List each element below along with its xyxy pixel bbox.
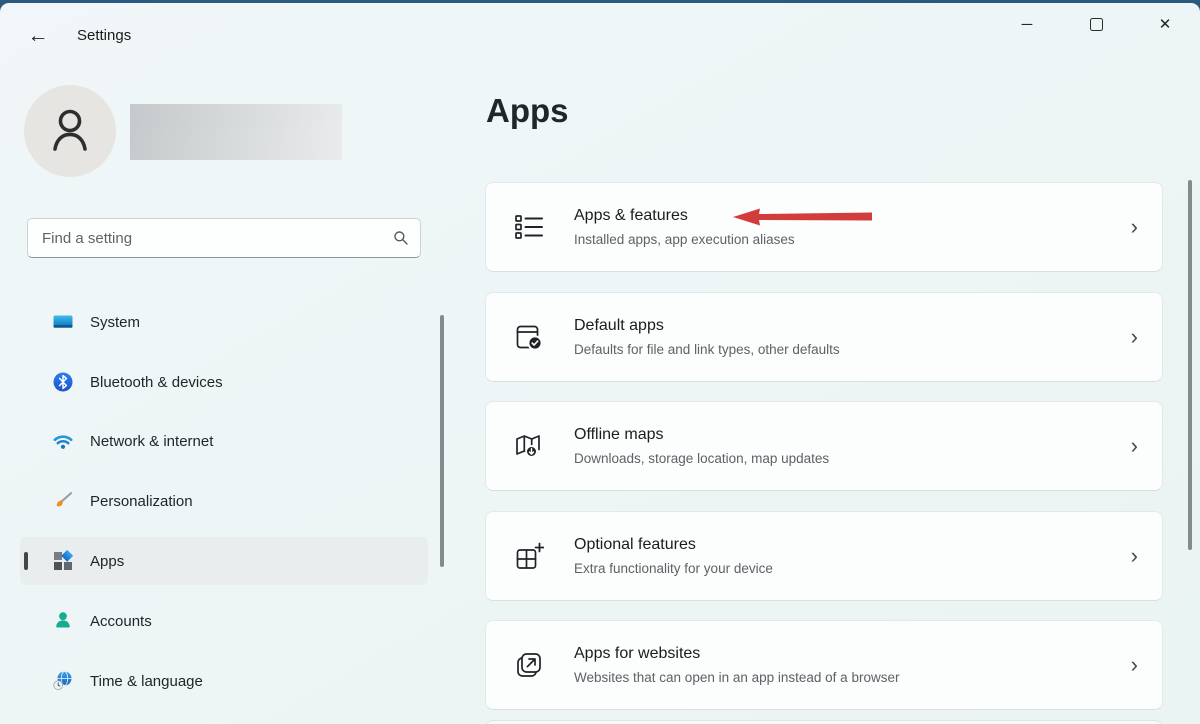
card-optional-features[interactable]: Optional features Extra functionality fo… xyxy=(485,511,1163,601)
card-subtitle: Websites that can open in an app instead… xyxy=(574,668,899,688)
accounts-icon xyxy=(52,610,74,632)
maximize-icon xyxy=(1090,18,1103,31)
window-check-icon xyxy=(514,322,544,352)
network-icon xyxy=(52,430,74,452)
list-icon xyxy=(514,212,544,242)
main-scrollbar[interactable] xyxy=(1188,180,1192,550)
card-subtitle: Defaults for file and link types, other … xyxy=(574,340,840,360)
apps-icon xyxy=(52,550,74,572)
sidebar-item-label: Time & language xyxy=(90,673,203,690)
card-partial-next[interactable] xyxy=(485,720,1163,724)
minimize-button[interactable]: ─ xyxy=(1004,6,1050,42)
sidebar-item-system[interactable]: System xyxy=(20,298,428,346)
person-icon xyxy=(42,103,98,159)
personalization-icon xyxy=(52,490,74,512)
sidebar-item-network-internet[interactable]: Network & internet xyxy=(20,417,428,465)
minimize-icon: ─ xyxy=(1022,16,1033,33)
card-offline-maps[interactable]: Offline maps Downloads, storage location… xyxy=(485,401,1163,491)
chevron-right-icon: › xyxy=(1131,216,1138,238)
sidebar-item-bluetooth-devices[interactable]: Bluetooth & devices xyxy=(20,358,428,406)
sidebar-item-accounts[interactable]: Accounts xyxy=(20,597,428,645)
back-button[interactable]: ← xyxy=(22,20,54,52)
card-title: Optional features xyxy=(574,534,773,556)
maximize-button[interactable] xyxy=(1073,6,1119,42)
card-title: Apps for websites xyxy=(574,643,899,665)
time-language-icon xyxy=(52,670,74,692)
selection-accent-bar xyxy=(24,552,28,570)
sidebar-item-time-language[interactable]: Time & language xyxy=(20,657,428,705)
card-default-apps[interactable]: Default apps Defaults for file and link … xyxy=(485,292,1163,382)
user-name-redacted xyxy=(130,104,342,160)
close-icon: ✕ xyxy=(1159,15,1172,33)
sidebar-item-label: Bluetooth & devices xyxy=(90,374,223,391)
sidebar-item-label: Personalization xyxy=(90,493,193,510)
card-subtitle: Installed apps, app execution aliases xyxy=(574,230,795,250)
card-apps-for-websites[interactable]: Apps for websites Websites that can open… xyxy=(485,620,1163,710)
search-input[interactable] xyxy=(27,218,421,258)
external-link-icon xyxy=(514,650,544,680)
card-subtitle: Downloads, storage location, map updates xyxy=(574,449,829,469)
sidebar-item-apps[interactable]: Apps xyxy=(20,537,428,585)
page-title: Apps xyxy=(486,92,569,130)
sidebar-item-label: Apps xyxy=(90,553,124,570)
system-icon xyxy=(52,311,74,333)
map-download-icon xyxy=(514,431,544,461)
grid-plus-icon xyxy=(514,541,544,571)
settings-window: ← Settings ─ ✕ System Bluetooth & device… xyxy=(0,0,1200,724)
card-title: Offline maps xyxy=(574,424,829,446)
chevron-right-icon: › xyxy=(1131,545,1138,567)
card-apps-features[interactable]: Apps & features Installed apps, app exec… xyxy=(485,182,1163,272)
window-title: Settings xyxy=(77,27,131,44)
chevron-right-icon: › xyxy=(1131,435,1138,457)
close-button[interactable]: ✕ xyxy=(1142,6,1188,42)
sidebar-item-label: Accounts xyxy=(90,613,152,630)
sidebar-scrollbar[interactable] xyxy=(440,315,444,567)
chevron-right-icon: › xyxy=(1131,654,1138,676)
search-box xyxy=(27,218,421,258)
chevron-right-icon: › xyxy=(1131,326,1138,348)
sidebar-item-personalization[interactable]: Personalization xyxy=(20,477,428,525)
sidebar-item-label: System xyxy=(90,314,140,331)
card-title: Default apps xyxy=(574,315,840,337)
sidebar-item-label: Network & internet xyxy=(90,433,213,450)
avatar xyxy=(24,85,116,177)
card-subtitle: Extra functionality for your device xyxy=(574,559,773,579)
bluetooth-icon xyxy=(52,371,74,393)
card-title: Apps & features xyxy=(574,205,795,227)
